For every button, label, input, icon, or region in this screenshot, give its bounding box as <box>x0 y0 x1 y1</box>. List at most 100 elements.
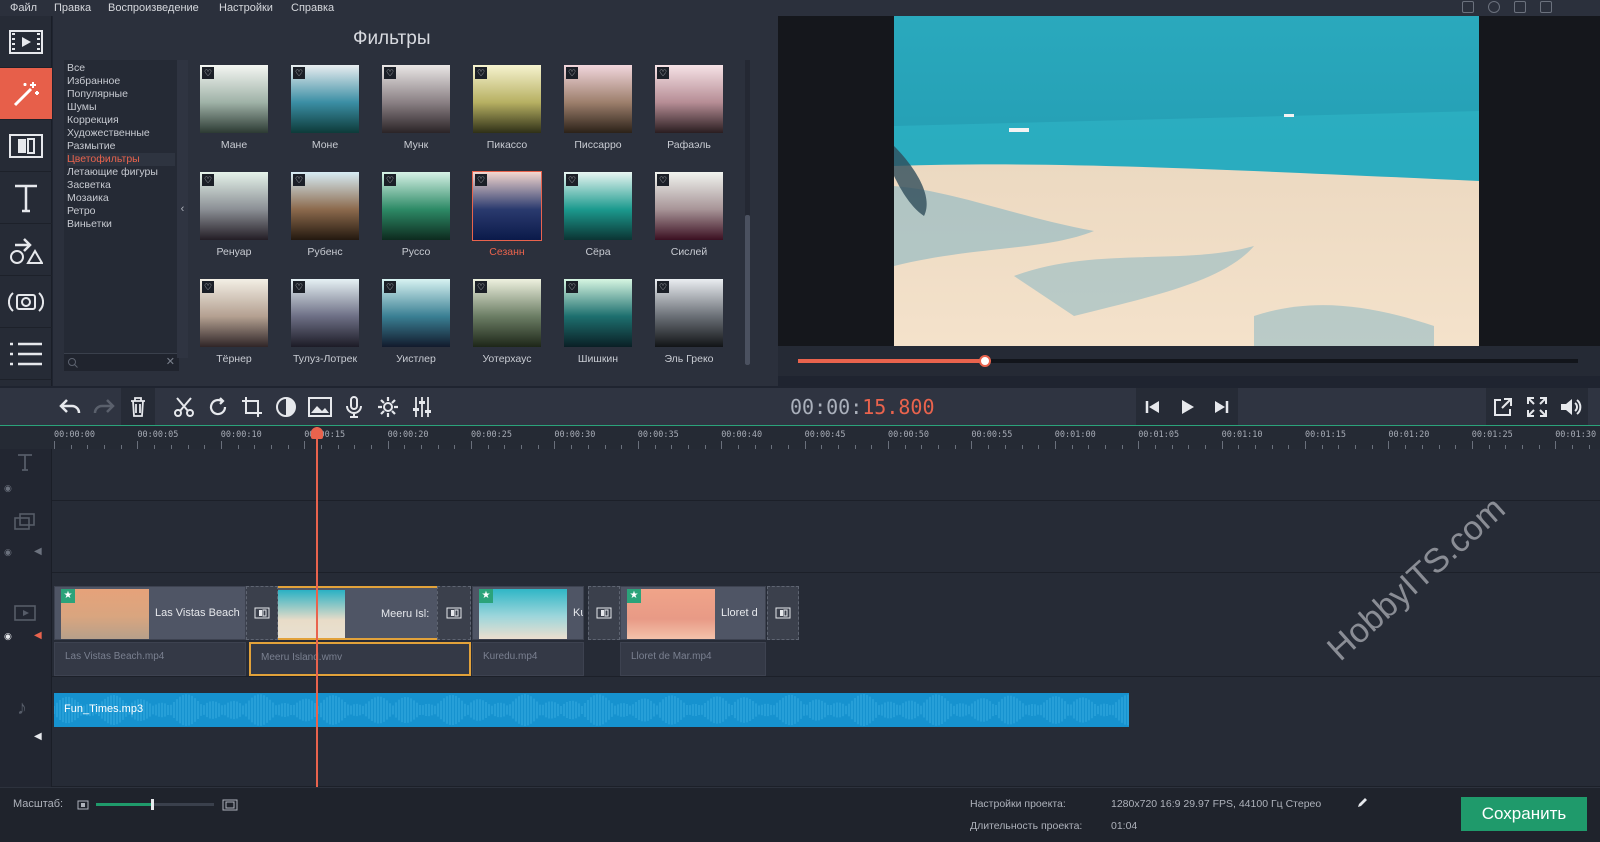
filter-thumbnail[interactable]: ♡ Сислей <box>655 172 725 272</box>
favorite-heart-icon[interactable]: ♡ <box>475 174 487 186</box>
fullscreen-button[interactable] <box>1520 388 1554 425</box>
category-item[interactable]: Ретро <box>67 205 175 218</box>
filter-preview[interactable]: ♡ <box>291 279 359 347</box>
b-icon[interactable] <box>1514 1 1526 13</box>
menu-file[interactable]: Файл <box>10 2 37 14</box>
filter-thumbnail[interactable]: ♡ Уотерхаус <box>473 279 543 379</box>
filter-thumbnail[interactable]: ♡ Мане <box>200 65 270 165</box>
category-item[interactable]: Шумы <box>67 101 175 114</box>
filter-preview[interactable]: ♡ <box>200 279 268 347</box>
transition-slot[interactable] <box>767 586 799 640</box>
filters-tool-button[interactable] <box>0 68 52 120</box>
filter-preview[interactable]: ♡ <box>200 65 268 133</box>
menu-settings[interactable]: Настройки <box>219 2 273 14</box>
filter-preview[interactable]: ♡ <box>473 65 541 133</box>
category-search[interactable]: ✕ <box>64 353 179 371</box>
category-item[interactable]: Цветофильтры <box>67 153 175 166</box>
collapse-categories-button[interactable]: ‹ <box>177 60 188 358</box>
filter-thumbnail[interactable]: ♡ Сезанн <box>472 171 543 272</box>
transition-slot[interactable] <box>246 586 278 640</box>
favorite-heart-icon[interactable]: ♡ <box>657 174 669 186</box>
volume-icon[interactable]: ◀ <box>34 731 42 742</box>
filter-thumbnail[interactable]: ♡ Руссо <box>382 172 452 272</box>
more-tools-button[interactable] <box>0 328 52 380</box>
eye-icon[interactable]: ◉ <box>4 631 12 642</box>
save-button[interactable]: Сохранить <box>1461 797 1587 831</box>
detach-preview-button[interactable] <box>1486 388 1520 425</box>
zoom-in-icon[interactable] <box>222 799 238 811</box>
clear-search-icon[interactable]: ✕ <box>166 355 175 368</box>
filter-preview[interactable]: ♡ <box>291 172 359 240</box>
category-item[interactable]: Художественные <box>67 127 175 140</box>
clip-audio[interactable]: Meeru Island.wmv <box>249 642 471 676</box>
favorite-heart-icon[interactable]: ♡ <box>566 281 578 293</box>
filter-thumbnail[interactable]: ♡ Пикассо <box>473 65 543 165</box>
previous-frame-button[interactable] <box>1136 388 1170 425</box>
split-button[interactable] <box>167 388 201 425</box>
filter-preview[interactable]: ♡ <box>564 172 632 240</box>
play-button[interactable] <box>1170 388 1204 425</box>
clip-audio[interactable]: Las Vistas Beach.mp4 <box>54 642 246 676</box>
filter-thumbnail[interactable]: ♡ Рубенс <box>291 172 361 272</box>
playback-scrubber[interactable] <box>778 346 1600 376</box>
filter-preview[interactable]: ♡ <box>382 65 450 133</box>
undo-button[interactable] <box>53 388 87 425</box>
filter-thumbnail[interactable]: ♡ Тёрнер <box>200 279 270 379</box>
transitions-tool-button[interactable] <box>0 120 52 172</box>
favorite-heart-icon[interactable]: ♡ <box>475 281 487 293</box>
scrub-track[interactable] <box>798 355 1578 367</box>
effect-star-icon[interactable]: ★ <box>627 589 641 603</box>
clip-properties-button[interactable] <box>303 388 337 425</box>
eye-icon[interactable]: ◉ <box>4 547 12 558</box>
category-item[interactable]: Размытие <box>67 140 175 153</box>
scrollbar-thumb[interactable] <box>745 215 750 365</box>
video-clip[interactable]: ★ Las Vistas Beach <box>54 586 246 640</box>
filter-scrollbar[interactable] <box>745 60 750 365</box>
category-item[interactable]: Летающие фигуры <box>67 166 175 179</box>
rotate-button[interactable] <box>201 388 235 425</box>
filter-preview[interactable]: ♡ <box>655 65 723 133</box>
clip-audio[interactable]: Lloret de Mar.mp4 <box>620 642 766 676</box>
music-clip[interactable]: Fun_Times.mp3 <box>54 693 1129 727</box>
category-item[interactable]: Популярные <box>67 88 175 101</box>
scrub-handle[interactable] <box>979 355 992 367</box>
category-item[interactable]: Мозаика <box>67 192 175 205</box>
zoom-slider-handle[interactable] <box>151 799 155 810</box>
filter-thumbnail[interactable]: ♡ Рафаэль <box>655 65 725 165</box>
color-adjust-button[interactable] <box>269 388 303 425</box>
store-icon[interactable] <box>1462 1 1474 13</box>
crop-button[interactable] <box>235 388 269 425</box>
overlay-track[interactable] <box>52 501 1600 573</box>
zoom-slider[interactable] <box>96 799 214 810</box>
title-track[interactable] <box>52 449 1600 501</box>
edit-pencil-icon[interactable] <box>1356 797 1368 809</box>
favorite-heart-icon[interactable]: ♡ <box>384 174 396 186</box>
effect-star-icon[interactable]: ★ <box>61 589 75 603</box>
tools-icon[interactable] <box>1488 1 1500 13</box>
menu-playback[interactable]: Воспроизведение <box>108 2 199 14</box>
filter-thumbnail[interactable]: ♡ Ренуар <box>200 172 270 272</box>
stickers-tool-button[interactable] <box>0 224 52 276</box>
filter-preview[interactable]: ♡ <box>655 279 723 347</box>
favorite-heart-icon[interactable]: ♡ <box>566 67 578 79</box>
filter-thumbnail[interactable]: ♡ Моне <box>291 65 361 165</box>
filter-preview[interactable]: ♡ <box>200 172 268 240</box>
favorite-heart-icon[interactable]: ♡ <box>566 174 578 186</box>
filter-thumbnail[interactable]: ♡ Шишкин <box>564 279 634 379</box>
favorite-heart-icon[interactable]: ♡ <box>293 281 305 293</box>
playhead[interactable] <box>316 427 318 787</box>
filter-thumbnail[interactable]: ♡ Тулуз-Лотрек <box>291 279 361 379</box>
video-clip[interactable]: ★ Ku <box>472 586 584 640</box>
menu-help[interactable]: Справка <box>291 2 334 14</box>
timeline-ruler[interactable]: 00:00:00 00:00:05 00:00:10 00:00:15 00:00:20… <box>0 425 1600 449</box>
filter-thumbnail[interactable]: ♡ Сёра <box>564 172 634 272</box>
filter-preview[interactable]: ♡ <box>564 65 632 133</box>
category-item[interactable]: Избранное <box>67 75 175 88</box>
category-item[interactable]: Коррекция <box>67 114 175 127</box>
video-clip[interactable]: ★ Lloret d <box>620 586 766 640</box>
filter-preview[interactable]: ♡ <box>291 65 359 133</box>
eye-icon[interactable]: ◉ <box>4 483 12 494</box>
favorite-heart-icon[interactable]: ♡ <box>202 174 214 186</box>
equalizer-button[interactable] <box>405 388 439 425</box>
filter-preview[interactable]: ♡ <box>473 279 541 347</box>
